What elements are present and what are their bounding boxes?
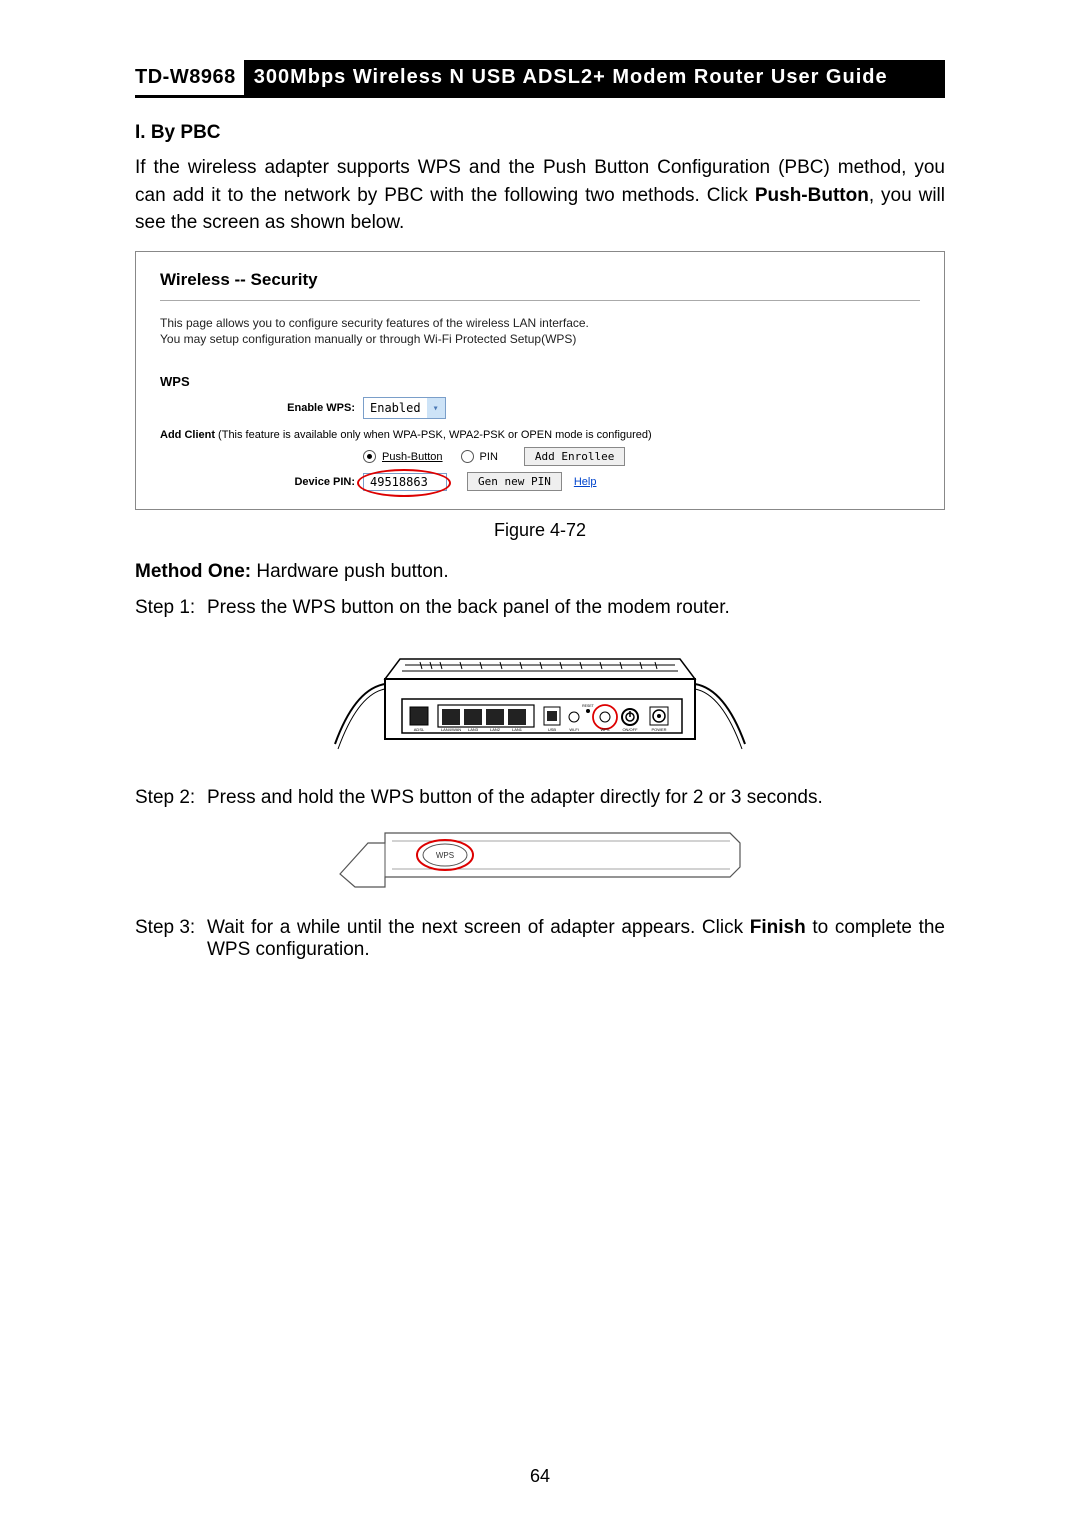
step-3-bold: Finish xyxy=(750,917,806,938)
port-label-wps: WPS xyxy=(600,727,609,732)
step-3: Step 3: Wait for a while until the next … xyxy=(135,917,945,961)
step-3-label: Step 3: xyxy=(135,917,207,961)
port-label-power: POWER xyxy=(651,727,666,732)
screenshot-description: This page allows you to configure securi… xyxy=(160,315,920,349)
port-label-lan2: LAN2 xyxy=(490,727,501,732)
router-back-panel-diagram: ADSL LAN4/WAN LAN3 LAN2 LAN1 USB Wi-Fi R… xyxy=(135,629,945,769)
chevron-down-icon: ▾ xyxy=(427,398,445,418)
port-label-reset: RESET xyxy=(582,704,595,708)
enable-wps-dropdown[interactable]: Enabled ▾ xyxy=(363,397,446,419)
help-link[interactable]: Help xyxy=(574,476,597,488)
push-button-radio[interactable] xyxy=(363,450,376,463)
divider xyxy=(160,300,920,301)
step-2-label: Step 2: xyxy=(135,787,207,809)
enable-wps-row: Enable WPS: Enabled ▾ xyxy=(160,397,920,419)
port-label-wifi: Wi-Fi xyxy=(569,727,578,732)
add-enrollee-button[interactable]: Add Enrollee xyxy=(524,447,625,466)
enable-wps-label: Enable WPS: xyxy=(160,402,363,414)
step-1-label: Step 1: xyxy=(135,597,207,619)
page-number: 64 xyxy=(0,1466,1080,1487)
screenshot-title: Wireless -- Security xyxy=(160,270,920,290)
step-2-text: Press and hold the WPS button of the ada… xyxy=(207,787,945,809)
step-1-text: Press the WPS button on the back panel o… xyxy=(207,597,945,619)
section-heading-by-pbc: I. By PBC xyxy=(135,122,945,144)
wireless-security-screenshot: Wireless -- Security This page allows yo… xyxy=(135,251,945,511)
radio-row: Push-Button PIN Add Enrollee xyxy=(363,447,920,466)
port-label-lan1: LAN1 xyxy=(512,727,523,732)
gen-new-pin-button[interactable]: Gen new PIN xyxy=(467,472,562,491)
port-label-onoff: ON/OFF xyxy=(622,727,638,732)
doc-title: 300Mbps Wireless N USB ADSL2+ Modem Rout… xyxy=(244,60,945,95)
model-number: TD-W8968 xyxy=(135,60,244,95)
add-client-rest: (This feature is available only when WPA… xyxy=(215,429,652,441)
adapter-wps-label: WPS xyxy=(436,851,454,860)
device-pin-row: Device PIN: Gen new PIN Help xyxy=(160,472,920,491)
wps-heading: WPS xyxy=(160,374,920,389)
step-1: Step 1: Press the WPS button on the back… xyxy=(135,597,945,619)
intro-paragraph: If the wireless adapter supports WPS and… xyxy=(135,154,945,237)
method-one-bold: Method One: xyxy=(135,561,251,582)
push-button-radio-label: Push-Button xyxy=(382,451,443,463)
port-label-lan3: LAN3 xyxy=(468,727,479,732)
enable-wps-value: Enabled xyxy=(370,401,421,415)
method-one-rest: Hardware push button. xyxy=(251,561,449,582)
adapter-diagram: WPS xyxy=(135,819,945,899)
add-client-line: Add Client (This feature is available on… xyxy=(160,429,920,441)
port-label-lan4: LAN4/WAN xyxy=(441,727,461,732)
step-3-pre: Wait for a while until the next screen o… xyxy=(207,917,750,938)
pin-radio[interactable] xyxy=(461,450,474,463)
port-label-usb: USB xyxy=(548,727,557,732)
device-pin-label: Device PIN: xyxy=(160,476,363,488)
pin-radio-label: PIN xyxy=(480,451,498,463)
desc-line-1: This page allows you to configure securi… xyxy=(160,316,589,330)
figure-caption: Figure 4-72 xyxy=(135,520,945,541)
intro-text-bold: Push-Button xyxy=(755,185,869,206)
doc-header: TD-W8968 300Mbps Wireless N USB ADSL2+ M… xyxy=(135,60,945,98)
step-3-text: Wait for a while until the next screen o… xyxy=(207,917,945,961)
device-pin-input[interactable] xyxy=(363,473,447,491)
port-label-adsl: ADSL xyxy=(414,727,425,732)
method-one-line: Method One: Hardware push button. xyxy=(135,561,945,583)
add-client-bold: Add Client xyxy=(160,429,215,441)
step-2: Step 2: Press and hold the WPS button of… xyxy=(135,787,945,809)
desc-line-2: You may setup configuration manually or … xyxy=(160,332,576,346)
